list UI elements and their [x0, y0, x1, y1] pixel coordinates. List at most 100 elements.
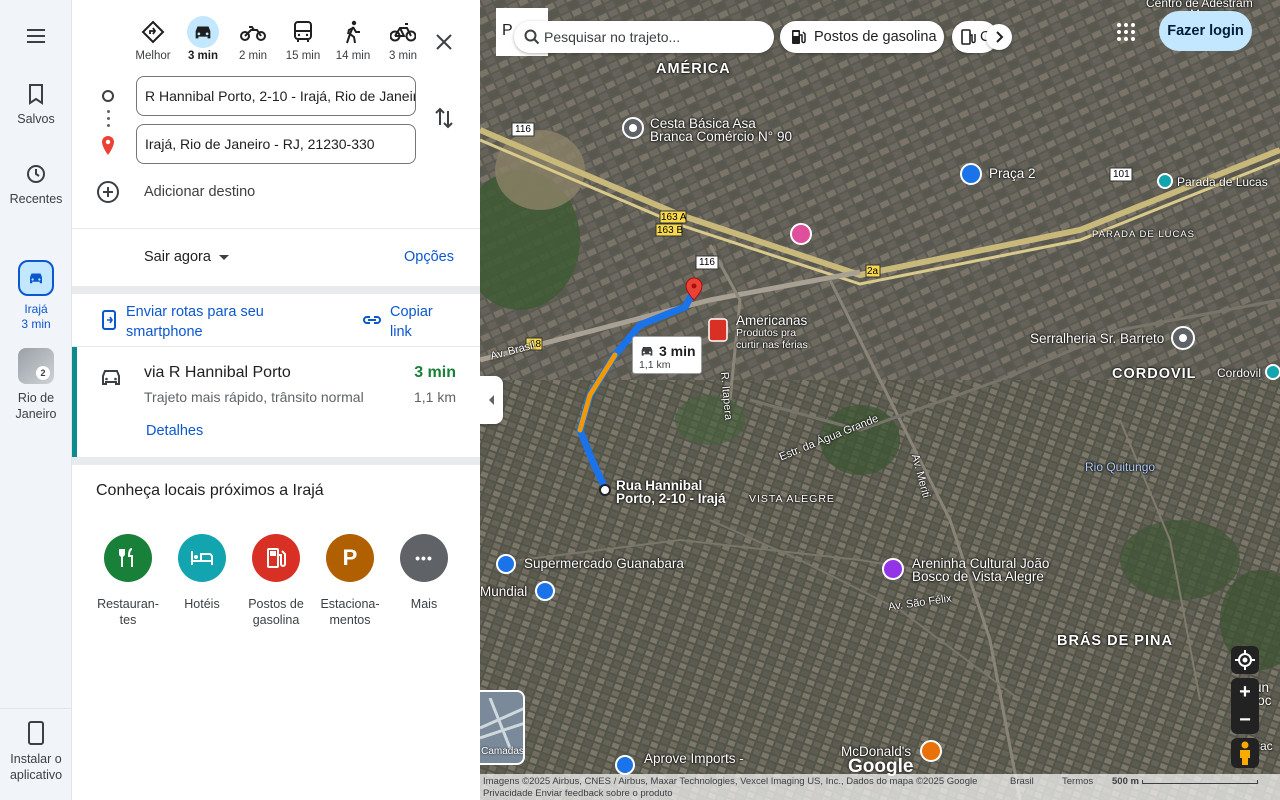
- search-input[interactable]: [544, 21, 764, 53]
- send-to-phone-button[interactable]: Enviar rotas para seu smartphone: [126, 302, 296, 342]
- zoom-out-button[interactable]: −: [1231, 706, 1259, 734]
- apps-grid-icon[interactable]: [1116, 22, 1136, 42]
- chevron-left-icon: [489, 395, 494, 405]
- route-time-badge[interactable]: 3 min 1,1 km: [632, 336, 702, 374]
- category-label-line1: Postos de: [248, 597, 304, 611]
- depart-now-dropdown[interactable]: Sair agora: [144, 249, 229, 265]
- recent-trip-iraja[interactable]: Irajá 3 min: [0, 260, 72, 332]
- poi-americanas[interactable]: Americanas Produtos pra curtir nas féria…: [736, 314, 808, 351]
- destination-field[interactable]: Irajá, Rio de Janeiro - RJ, 21230-330: [136, 124, 416, 164]
- category-hotels[interactable]: Hotéis: [166, 534, 238, 612]
- poi-aprove[interactable]: Aprove Imports -: [644, 752, 744, 766]
- car-icon: [102, 370, 120, 385]
- close-icon[interactable]: [432, 30, 456, 54]
- divider: [72, 286, 480, 294]
- options-button[interactable]: Opções: [404, 249, 454, 265]
- scale-label[interactable]: 500 m: [1112, 776, 1139, 787]
- area-label-vista-alegre: VISTA ALEGRE: [749, 493, 835, 505]
- road-shield-2a: 2a: [867, 266, 879, 277]
- category-gas[interactable]: Postos de gasolina: [240, 534, 312, 628]
- chips-next-button[interactable]: [986, 24, 1012, 50]
- mode-bike[interactable]: 3 min: [378, 16, 428, 62]
- chevron-right-icon: [996, 31, 1004, 43]
- category-more[interactable]: ••• Mais: [388, 534, 460, 612]
- terms-link[interactable]: Termos: [1062, 776, 1093, 787]
- collapse-panel-button[interactable]: [480, 376, 503, 424]
- area-label-cordovil: CORDOVIL: [1112, 366, 1197, 382]
- gas-pump-icon: [252, 534, 300, 582]
- imagery-attribution: Imagens ©2025 Airbus, CNES / Airbus, Max…: [483, 776, 978, 787]
- car-icon: [195, 26, 211, 39]
- poi-mundial[interactable]: Mundial: [480, 585, 527, 599]
- poi-supermercado[interactable]: Supermercado Guanabara: [524, 557, 684, 571]
- zoom-in-button[interactable]: +: [1231, 678, 1259, 706]
- country-link[interactable]: Brasil: [1010, 776, 1034, 787]
- add-destination-button[interactable]: Adicionar destino: [96, 180, 396, 204]
- my-location-button[interactable]: [1231, 646, 1259, 674]
- mode-transit-label: 15 min: [285, 50, 321, 62]
- area-label-america: AMÉRICA: [656, 61, 731, 77]
- poi-subtitle: curtir nas férias: [736, 339, 808, 351]
- depart-label: Sair agora: [144, 249, 211, 265]
- trip-count-badge: 2: [36, 366, 50, 380]
- privacy-feedback-links[interactable]: Privacidade Enviar feedback sobre o prod…: [483, 788, 673, 799]
- fork-knife-icon: [104, 534, 152, 582]
- mode-walk-label: 14 min: [335, 50, 371, 62]
- poi-subtitle: Produtos pra: [736, 327, 797, 339]
- mode-best[interactable]: Melhor: [128, 16, 178, 62]
- mode-transit[interactable]: 15 min: [278, 16, 328, 62]
- poi-serralheria[interactable]: Serralheria Sr. Barreto: [1030, 332, 1164, 346]
- layers-button[interactable]: Camadas: [480, 690, 525, 765]
- mode-motorcycle[interactable]: 2 min: [228, 16, 278, 62]
- mode-best-label: Melhor: [135, 50, 171, 62]
- recent-button[interactable]: Recentes: [0, 162, 72, 206]
- route-dots-icon: [107, 110, 110, 131]
- menu-icon: [27, 29, 45, 43]
- depart-row: Sair agora Opções: [72, 240, 480, 276]
- menu-button[interactable]: [0, 24, 72, 54]
- mode-car[interactable]: 3 min: [178, 16, 228, 62]
- copy-link-button[interactable]: Copiar link: [390, 302, 460, 342]
- saved-label: Salvos: [17, 112, 55, 126]
- left-rail: Salvos Recentes Irajá 3 min 2 Rio de Jan…: [0, 0, 72, 800]
- poi-areninha[interactable]: Areninha Cultural João Bosco de Vista Al…: [912, 557, 1049, 584]
- poi-praca-2[interactable]: Praça 2: [989, 167, 1036, 181]
- nearby-title: Conheça locais próximos a Irajá: [96, 482, 324, 499]
- search-along-route[interactable]: [514, 21, 774, 53]
- details-button[interactable]: Detalhes: [146, 423, 203, 439]
- poi-name: Bosco de Vista Alegre: [912, 569, 1044, 584]
- mode-motorcycle-label: 2 min: [238, 50, 268, 62]
- travel-modes: Melhor 3 min 2 min 15 min 14 min 3 min: [72, 10, 480, 66]
- bicycle-icon: [390, 23, 416, 42]
- poi-parada-de-lucas[interactable]: Parada de Lucas: [1177, 175, 1268, 189]
- area-label-parada-de-lucas: PARADA DE LUCAS: [1092, 229, 1195, 240]
- poi-cordovil[interactable]: Cordovil: [1217, 366, 1261, 380]
- water-label-rio-quitungo: Rio Quitungo: [1085, 460, 1156, 474]
- login-button[interactable]: Fazer login: [1159, 11, 1252, 51]
- bus-icon: [294, 21, 312, 42]
- motorcycle-icon: [240, 26, 266, 41]
- attribution-bar: Imagens ©2025 Airbus, CNES / Airbus, Max…: [480, 774, 1280, 800]
- mode-walk[interactable]: 14 min: [328, 16, 378, 62]
- area-label-bras-de-pina: BRÁS DE PINA: [1057, 633, 1173, 649]
- origin-field[interactable]: R Hannibal Porto, 2-10 - Irajá, Rio de J…: [136, 76, 416, 116]
- bookmark-icon: [29, 84, 43, 105]
- saved-button[interactable]: Salvos: [0, 82, 72, 126]
- route-distance: 1,1 km: [413, 389, 456, 405]
- route-option[interactable]: via R Hannibal Porto 3 min Trajeto mais …: [72, 347, 480, 457]
- swap-icon[interactable]: [432, 106, 456, 130]
- my-location-icon: [1235, 650, 1255, 670]
- category-restaurants[interactable]: Restauran- tes: [92, 534, 164, 628]
- charging-station-icon: [961, 29, 976, 45]
- more-icon: •••: [400, 534, 448, 582]
- install-app-button[interactable]: Instalar o aplicativo: [0, 708, 72, 783]
- origin-label: Rua Hannibal Porto, 2-10 - Irajá: [616, 479, 726, 506]
- poi-cesta-basica[interactable]: Cesta Básica Asa Branca Comércio N° 90: [650, 117, 792, 144]
- chip-gas-stations[interactable]: Postos de gasolina: [780, 21, 944, 53]
- link-icon: [363, 316, 381, 324]
- street-view-pegman[interactable]: [1231, 738, 1259, 768]
- satellite-map[interactable]: 116 163 A 163 B 116 2a 101 18 AMÉRICA CO…: [480, 0, 1280, 800]
- recent-trip-rio[interactable]: 2 Rio de Janeiro: [0, 348, 72, 422]
- category-parking[interactable]: P Estaciona- mentos: [314, 534, 386, 628]
- bed-icon: [178, 534, 226, 582]
